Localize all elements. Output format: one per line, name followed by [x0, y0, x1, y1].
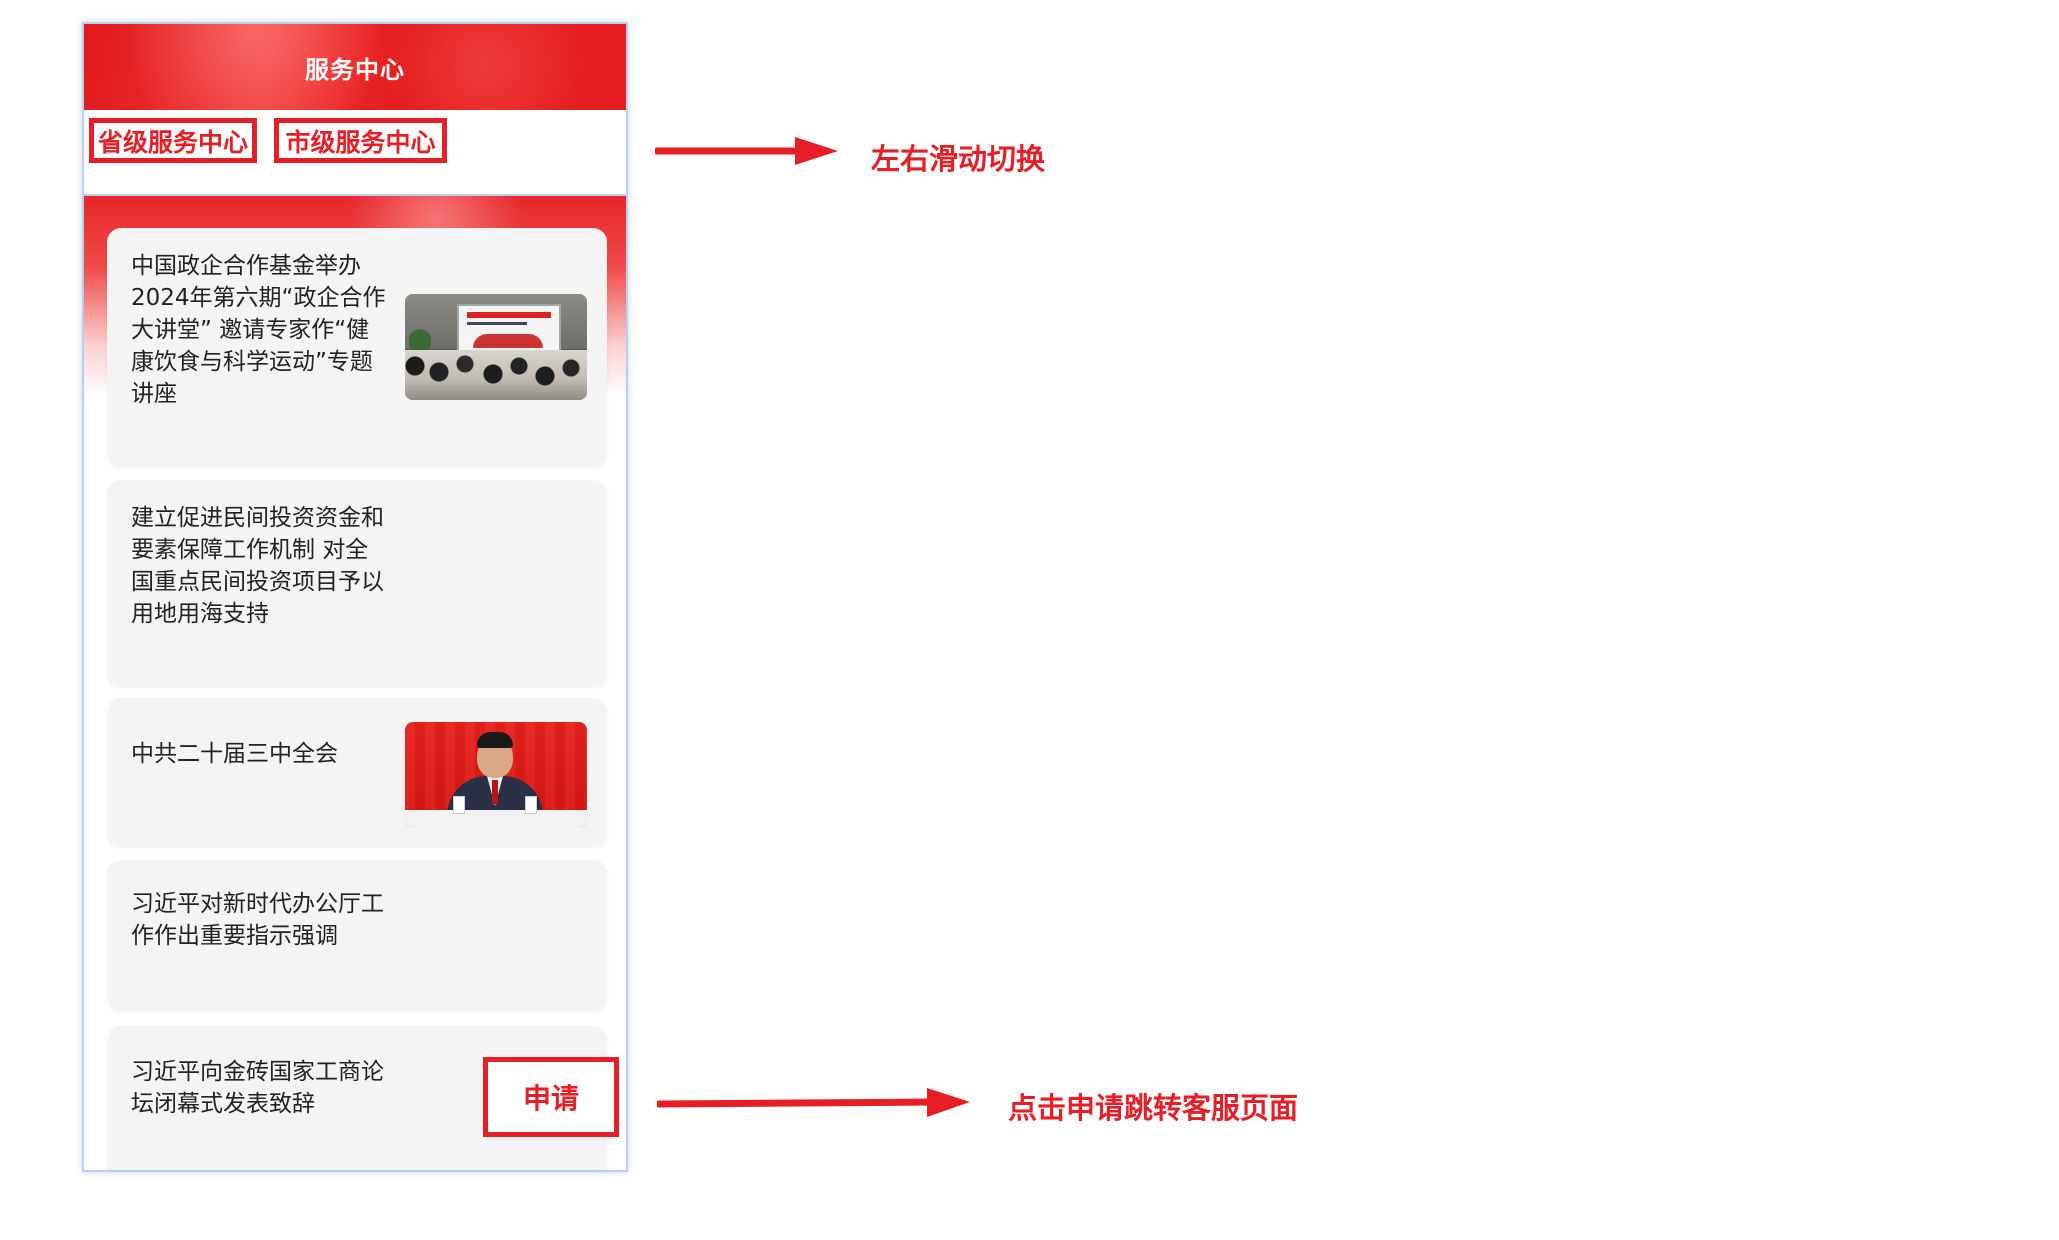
tab-bar: 省级服务中心 市级服务中心: [84, 110, 626, 196]
article-card[interactable]: 建立促进民间投资资金和要素保障工作机制 对全国重点民间投资项目予以用地用海支持: [107, 480, 607, 686]
arrow-right-icon: [657, 1088, 970, 1117]
phone-screen: 服务中心 省级服务中心 市级服务中心 中国政企合作基金举办2024年第六期“政企…: [82, 22, 628, 1172]
tab-municipal-service-center[interactable]: 市级服务中心: [274, 118, 447, 163]
article-title: 建立促进民间投资资金和要素保障工作机制 对全国重点民间投资项目予以用地用海支持: [131, 505, 384, 627]
article-title: 习近平对新时代办公厅工作作出重要指示强调: [131, 891, 384, 949]
app-header: 服务中心: [84, 24, 626, 110]
article-title: 中共二十届三中全会: [131, 741, 338, 767]
swipe-annotation: 左右滑动切换: [871, 142, 1046, 176]
article-list: 中国政企合作基金举办2024年第六期“政企合作大讲堂” 邀请专家作“健康饮食与科…: [84, 196, 626, 1170]
article-card[interactable]: 中国政企合作基金举办2024年第六期“政企合作大讲堂” 邀请专家作“健康饮食与科…: [107, 228, 607, 466]
article-card[interactable]: 中共二十届三中全会: [107, 698, 607, 846]
article-title: 中国政企合作基金举办2024年第六期“政企合作大讲堂” 邀请专家作“健康饮食与科…: [131, 253, 386, 407]
article-card[interactable]: 习近平对新时代办公厅工作作出重要指示强调: [107, 860, 607, 1010]
tab-provincial-service-center[interactable]: 省级服务中心: [89, 118, 257, 163]
article-thumbnail: [405, 294, 587, 400]
annotated-screenshot: 服务中心 省级服务中心 市级服务中心 中国政企合作基金举办2024年第六期“政企…: [0, 0, 2059, 1240]
audience: [405, 350, 587, 400]
page-title: 服务中心: [305, 56, 405, 84]
apply-annotation: 点击申请跳转客服页面: [1008, 1091, 1299, 1125]
apply-button[interactable]: 申请: [483, 1057, 619, 1137]
article-title: 习近平向金砖国家工商论坛闭幕式发表致辞: [131, 1059, 384, 1117]
article-thumbnail: [405, 722, 587, 828]
arrow-right-icon: [655, 137, 838, 165]
